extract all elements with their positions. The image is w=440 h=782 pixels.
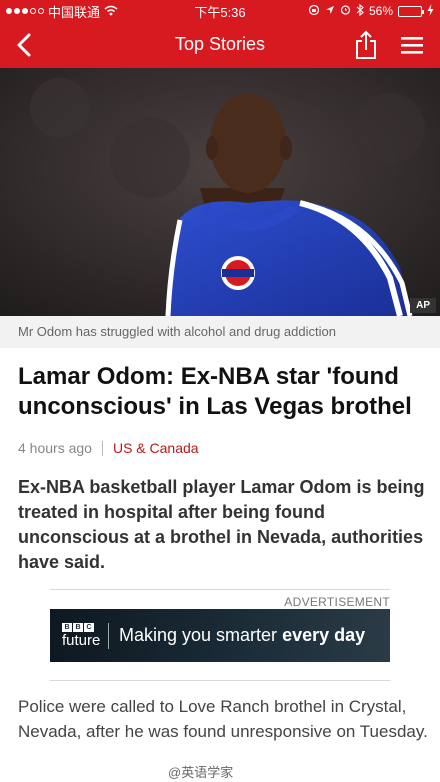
ad-top-divider xyxy=(50,589,390,590)
image-caption: Mr Odom has struggled with alcohol and d… xyxy=(0,316,440,348)
hero-image: AP xyxy=(0,68,440,316)
bluetooth-icon xyxy=(356,3,364,19)
ad-tagline-regular: Making you smarter xyxy=(119,625,283,645)
logo-letter: C xyxy=(84,623,94,632)
player-photo xyxy=(0,68,440,316)
bbc-future-logo: B B C future xyxy=(50,623,108,648)
menu-button[interactable] xyxy=(400,34,424,56)
article-timestamp: 4 hours ago xyxy=(18,440,92,456)
advertisement-label: ADVERTISEMENT xyxy=(284,595,390,609)
hamburger-menu-icon xyxy=(401,37,423,54)
top-nav-bar: Top Stories xyxy=(0,22,440,68)
article-meta: 4 hours ago US & Canada xyxy=(18,440,199,456)
status-bar: 中国联通 下午5:36 56% xyxy=(0,0,440,22)
share-icon xyxy=(356,30,376,59)
charging-bolt-icon xyxy=(427,3,434,19)
battery-percent: 56% xyxy=(368,4,393,18)
location-arrow-icon xyxy=(325,4,335,18)
ad-tagline: Making you smarter every day xyxy=(119,625,365,646)
logo-letter: B xyxy=(62,623,72,632)
ad-tagline-bold: every day xyxy=(282,625,366,645)
section-link[interactable]: US & Canada xyxy=(113,440,199,456)
article-intro: Ex-NBA basketball player Lamar Odom is b… xyxy=(18,477,425,572)
watermark: @英语学家 xyxy=(168,765,234,780)
signal-dots xyxy=(6,8,44,14)
alarm-icon xyxy=(340,4,351,18)
wifi-icon xyxy=(104,4,118,19)
logo-letter: B xyxy=(73,623,83,632)
logo-brand-name: future xyxy=(62,632,101,649)
photo-credit: AP xyxy=(410,298,436,313)
meta-divider xyxy=(101,440,103,456)
ad-banner[interactable]: B B C future Making you smarter every da… xyxy=(50,609,390,662)
ad-logo-divider xyxy=(108,622,109,649)
carrier-name: 中国联通 xyxy=(48,4,101,20)
lock-rotation-icon xyxy=(308,4,320,19)
article-body-paragraph: Police were called to Love Ranch brothel… xyxy=(18,697,428,741)
ad-bottom-divider xyxy=(50,680,390,681)
share-button[interactable] xyxy=(354,30,378,60)
battery-icon xyxy=(398,5,424,17)
article-headline: Lamar Odom: Ex-NBA star 'found unconscio… xyxy=(18,363,412,420)
